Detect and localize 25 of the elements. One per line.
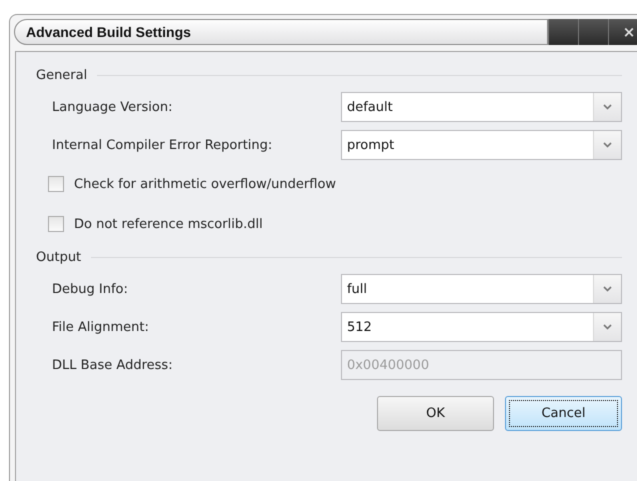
chevron-down-icon <box>603 104 612 110</box>
window-title: Advanced Build Settings <box>26 24 191 40</box>
dropdown[interactable]: 512 <box>340 312 622 342</box>
chevron-down-icon <box>603 324 612 330</box>
field-label: DLL Base Address: <box>52 358 174 372</box>
field-label: Debug Info: <box>52 282 129 296</box>
dropdown[interactable]: default <box>340 92 622 122</box>
minimize-button[interactable] <box>548 19 578 45</box>
checkbox-label[interactable]: Do not reference mscorlib.dll <box>74 216 263 232</box>
ok-button[interactable]: OK <box>377 396 494 431</box>
section-title: Output <box>36 250 82 264</box>
checkbox-label[interactable]: Check for arithmetic overflow/underflow <box>74 176 336 192</box>
chevron-down-icon <box>603 142 612 148</box>
dropdown[interactable]: prompt <box>340 130 622 160</box>
section-title: General <box>36 68 88 82</box>
field-label: Language Version: <box>52 100 174 114</box>
checkbox[interactable] <box>48 216 64 232</box>
field-label: File Alignment: <box>52 320 150 334</box>
checkbox[interactable] <box>48 176 64 192</box>
close-button[interactable]: × <box>608 19 637 45</box>
chevron-down-icon <box>603 286 612 292</box>
cancel-button[interactable]: Cancel <box>505 396 622 431</box>
maximize-button[interactable] <box>578 19 608 45</box>
field-label: Internal Compiler Error Reporting: <box>52 138 274 152</box>
dropdown[interactable]: full <box>340 274 622 304</box>
